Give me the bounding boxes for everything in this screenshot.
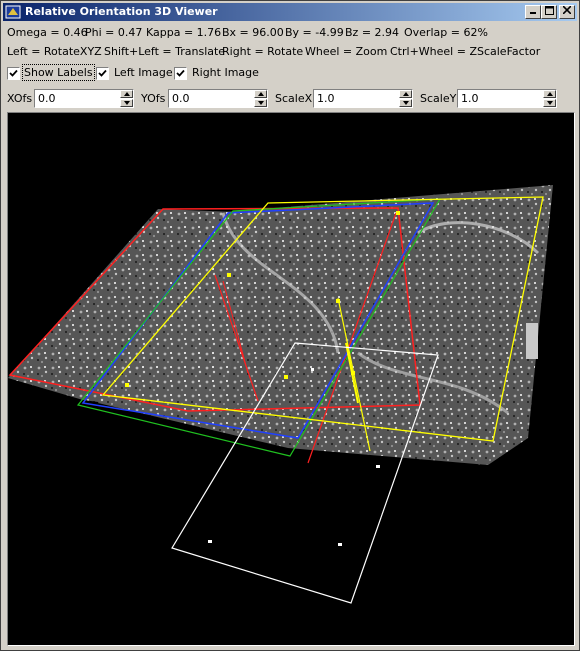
help-left: Left = RotateXYZ	[7, 45, 102, 58]
bz-value: Bz = 2.94	[345, 26, 400, 39]
xofs-up-button[interactable]	[120, 90, 133, 98]
maximize-icon	[544, 6, 554, 15]
arrow-down-icon	[547, 101, 553, 105]
title-bar[interactable]: Relative Orientation 3D Viewer	[3, 3, 577, 21]
minimize-button[interactable]	[525, 5, 541, 19]
yofs-label: YOfs	[141, 92, 166, 105]
left-image-checkbox[interactable]	[96, 67, 109, 80]
arrow-down-icon	[258, 101, 264, 105]
close-button[interactable]	[559, 5, 575, 19]
help-ctrl-wheel: Ctrl+Wheel = ZScaleFactor	[390, 45, 541, 58]
scalex-label: ScaleX	[275, 92, 313, 105]
scalex-up-button[interactable]	[399, 90, 412, 98]
xofs-spinbox[interactable]: 0.0	[34, 89, 134, 108]
app-window: Relative Orientation 3D Viewer Omega = 0…	[0, 0, 580, 651]
window-title: Relative Orientation 3D Viewer	[25, 5, 218, 18]
arrow-up-icon	[258, 92, 264, 96]
scaley-spinbox[interactable]: 1.0	[457, 89, 557, 108]
arrow-up-icon	[403, 92, 409, 96]
help-wheel: Wheel = Zoom	[305, 45, 388, 58]
scalex-down-button[interactable]	[399, 99, 412, 107]
left-image-label[interactable]: Left Image	[114, 66, 173, 79]
arrow-down-icon	[124, 101, 130, 105]
scaley-label: ScaleY	[420, 92, 457, 105]
scaley-down-button[interactable]	[543, 99, 556, 107]
scaley-up-button[interactable]	[543, 90, 556, 98]
checkmark-icon	[176, 69, 185, 77]
xofs-input[interactable]: 0.0	[38, 92, 56, 105]
close-icon	[562, 5, 572, 15]
yofs-up-button[interactable]	[254, 90, 267, 98]
checkmark-icon	[9, 69, 18, 77]
scalex-spinbox[interactable]: 1.0	[313, 89, 413, 108]
3d-viewport[interactable]	[7, 112, 575, 646]
help-right: Right = Rotate	[222, 45, 304, 58]
arrow-up-icon	[124, 92, 130, 96]
right-image-label[interactable]: Right Image	[192, 66, 259, 79]
show-labels-checkbox[interactable]	[7, 67, 20, 80]
checkmark-icon	[98, 69, 107, 77]
overlap-value: Overlap = 62%	[404, 26, 488, 39]
yofs-input[interactable]: 0.0	[172, 92, 190, 105]
by-value: By = -4.99	[285, 26, 344, 39]
minimize-icon	[530, 12, 536, 14]
scalex-input[interactable]: 1.0	[317, 92, 335, 105]
maximize-button[interactable]	[541, 5, 557, 19]
scaley-input[interactable]: 1.0	[461, 92, 479, 105]
xofs-label: XOfs	[7, 92, 33, 105]
kappa-value: Kappa = 1.76	[146, 26, 222, 39]
show-labels-label[interactable]: Show Labels	[22, 64, 95, 81]
yofs-down-button[interactable]	[254, 99, 267, 107]
omega-value: Omega = 0.46	[7, 26, 88, 39]
phi-value: Phi = 0.47	[85, 26, 143, 39]
right-image-checkbox[interactable]	[174, 67, 187, 80]
stereo-scene[interactable]	[8, 113, 574, 645]
image-fiducial-label	[526, 323, 538, 359]
yofs-spinbox[interactable]: 0.0	[168, 89, 268, 108]
app-icon	[5, 5, 21, 19]
xofs-down-button[interactable]	[120, 99, 133, 107]
bx-value: Bx = 96.00	[222, 26, 284, 39]
arrow-down-icon	[403, 101, 409, 105]
help-shift-left: Shift+Left = Translate	[104, 45, 226, 58]
arrow-up-icon	[547, 92, 553, 96]
